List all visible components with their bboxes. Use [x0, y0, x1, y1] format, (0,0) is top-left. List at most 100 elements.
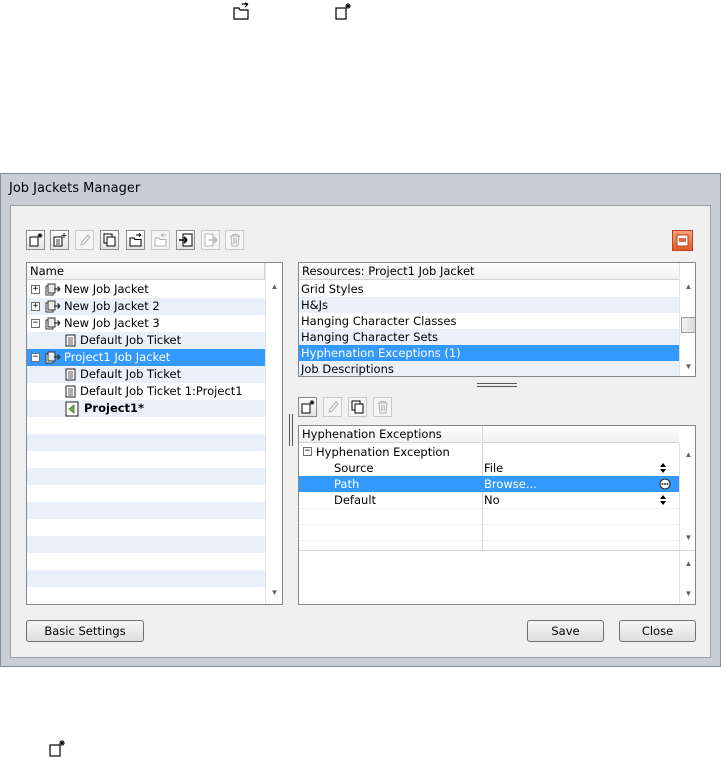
resource-item[interactable]: Hanging Character Classes — [299, 313, 679, 329]
scroll-down-icon[interactable]: ▼ — [680, 587, 695, 601]
properties-scrollbar[interactable]: ▲ ▼ — [679, 443, 695, 550]
property-name: Source — [334, 461, 374, 475]
property-value[interactable]: Browse... — [484, 476, 537, 492]
new-doc-icon — [301, 400, 315, 414]
tree-item[interactable]: Project1* — [27, 400, 265, 417]
collapse-icon[interactable]: − — [31, 319, 40, 328]
new-job-ticket-button[interactable] — [50, 230, 69, 250]
tree-item-label: New Job Jacket — [64, 282, 149, 296]
edit-resource-button[interactable] — [323, 397, 342, 417]
export-icon — [204, 233, 218, 247]
tree-item-label: New Job Jacket 2 — [64, 299, 160, 313]
new-doc-icon — [48, 740, 68, 758]
tree-empty-row — [27, 417, 265, 434]
tree-item[interactable]: Default Job Ticket 1:Project1 — [27, 383, 265, 400]
edit-button[interactable] — [75, 230, 94, 250]
save-button[interactable]: Save — [527, 620, 604, 642]
property-value[interactable]: No — [484, 492, 500, 508]
tree-empty-row — [27, 587, 265, 604]
close-button[interactable]: Close — [619, 620, 696, 642]
duplicate-icon — [351, 400, 365, 414]
close-jacket-button[interactable] — [151, 230, 170, 250]
scroll-thumb[interactable] — [681, 317, 695, 333]
tree-empty-row — [27, 519, 265, 536]
properties-header-value — [482, 426, 679, 443]
tree-item-label: Project1* — [84, 401, 145, 415]
report-button[interactable] — [672, 230, 693, 251]
report-icon — [676, 234, 689, 247]
duplicate-button[interactable] — [100, 230, 119, 250]
new-doc-icon — [29, 233, 43, 247]
close-folder-icon — [154, 233, 168, 247]
property-row[interactable]: Source File — [299, 460, 679, 476]
new-ticket-icon — [53, 233, 67, 247]
resource-properties-grid: Hyphenation Exceptions − Hyphenation Exce… — [298, 425, 696, 605]
resources-scrollbar[interactable]: ▲ ▼ — [679, 263, 695, 376]
open-folder-icon — [232, 2, 252, 20]
property-row[interactable]: Path Browse... — [299, 476, 679, 492]
collapse-icon[interactable]: − — [303, 447, 312, 456]
tree-empty-row — [27, 553, 265, 570]
tree-scrollbar[interactable]: ▲ ▼ — [265, 263, 282, 604]
collapse-icon[interactable]: − — [31, 353, 40, 362]
basic-settings-button[interactable]: Basic Settings — [26, 620, 144, 642]
scroll-down-icon[interactable]: ▼ — [266, 586, 282, 600]
open-button[interactable] — [126, 230, 145, 250]
duplicate-icon — [103, 233, 117, 247]
pencil-icon — [78, 233, 92, 247]
scroll-down-icon[interactable]: ▼ — [680, 531, 695, 545]
property-group-label: Hyphenation Exception — [316, 445, 450, 459]
resource-item-label: Hanging Character Sets — [301, 330, 439, 344]
duplicate-resource-button[interactable] — [348, 397, 367, 417]
new-job-jacket-button[interactable] — [26, 230, 45, 250]
horizontal-splitter-line — [477, 386, 517, 387]
trash-icon — [376, 400, 390, 414]
scroll-down-icon[interactable]: ▼ — [680, 360, 695, 374]
new-resource-button[interactable] — [298, 397, 317, 417]
job-jackets-manager-window: Job Jackets Manager Name + New Job Jacket… — [0, 173, 721, 667]
description-scrollbar[interactable]: ▲ ▼ — [679, 551, 695, 604]
property-value[interactable]: File — [484, 460, 503, 476]
tree-item[interactable]: + New Job Jacket 2 — [27, 298, 265, 315]
tree-empty-row — [27, 570, 265, 587]
resource-item[interactable]: Hanging Character Sets — [299, 329, 679, 345]
property-group-row[interactable]: − Hyphenation Exception — [299, 444, 679, 460]
resource-item[interactable]: Job Descriptions — [299, 361, 679, 376]
scroll-up-icon[interactable]: ▲ — [680, 557, 695, 571]
tree-item-label: Project1 Job Jacket — [64, 350, 171, 364]
tree-empty-row — [27, 468, 265, 485]
scroll-up-icon[interactable]: ▲ — [680, 448, 695, 462]
expand-icon[interactable]: + — [31, 302, 40, 311]
tree-item[interactable]: − New Job Jacket 3 — [27, 315, 265, 332]
pencil-icon — [326, 400, 340, 414]
delete-resource-button[interactable] — [373, 397, 392, 417]
scroll-up-icon[interactable]: ▲ — [680, 280, 695, 294]
resource-item[interactable]: Grid Styles — [299, 281, 679, 297]
tree-item-label: Default Job Ticket 1:Project1 — [80, 384, 243, 398]
resources-list: Resources: Project1 Job Jacket Grid Styl… — [298, 262, 696, 377]
tree-column-header[interactable]: Name — [27, 263, 265, 280]
expand-icon[interactable]: + — [31, 285, 40, 294]
tree-item[interactable]: Default Job Ticket — [27, 366, 265, 383]
vertical-splitter-line — [292, 414, 293, 446]
horizontal-splitter[interactable] — [477, 383, 517, 384]
tree-empty-row — [27, 536, 265, 553]
vertical-splitter[interactable] — [289, 414, 290, 446]
import-icon — [178, 233, 193, 247]
properties-header[interactable]: Hyphenation Exceptions — [299, 426, 481, 443]
dialog-client-area: Name + New Job Jacket + New Job Jacket 2 − Ne… — [10, 205, 711, 658]
import-button[interactable] — [176, 230, 195, 250]
export-button[interactable] — [201, 230, 220, 250]
tree-item[interactable]: − Project1 Job Jacket — [27, 349, 265, 366]
property-empty-row — [299, 524, 679, 540]
property-row[interactable]: Default No — [299, 492, 679, 508]
scroll-up-icon[interactable]: ▲ — [266, 280, 282, 294]
tree-item[interactable]: Default Job Ticket — [27, 332, 265, 349]
job-jackets-tree: Name + New Job Jacket + New Job Jacket 2 − Ne… — [26, 262, 283, 605]
property-empty-row — [299, 540, 679, 556]
tree-item[interactable]: + New Job Jacket — [27, 281, 265, 298]
resource-item[interactable]: H&Js — [299, 297, 679, 313]
delete-button[interactable] — [225, 230, 244, 250]
resources-header[interactable]: Resources: Project1 Job Jacket — [299, 263, 679, 280]
resource-item[interactable]: Hyphenation Exceptions (1) — [299, 345, 679, 361]
